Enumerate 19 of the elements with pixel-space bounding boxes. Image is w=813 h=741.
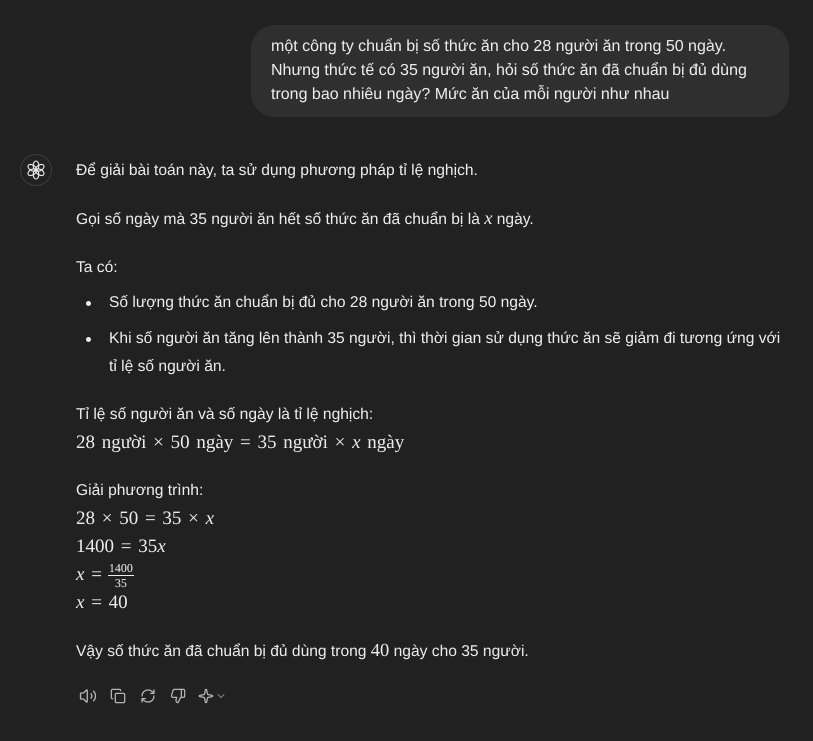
response-paragraph: Ta có: — [76, 258, 118, 278]
copy-icon — [110, 688, 126, 704]
response-paragraph: Giải phương trình: — [76, 481, 204, 501]
response-paragraph: Để giải bài toán này, ta sử dụng phương pháp tỉ lệ nghịch. — [76, 161, 478, 181]
response-paragraph: Tỉ lệ số người ăn và số ngày là tỉ lệ nghịch: — [76, 405, 374, 425]
math-equation: 28 người × 50 ngày = 35 người × x ngày — [76, 431, 404, 455]
speaker-icon — [79, 687, 97, 705]
response-paragraph: Vậy số thức ăn đã chuẩn bị đủ dùng trong 40 ngày cho 35 người. — [76, 640, 529, 663]
sparkle-icon — [198, 688, 214, 704]
math-equation: 28 × 50 = 35 × x — [76, 507, 214, 531]
flower-logo-icon — [20, 154, 52, 186]
math-equation: 1400 = 35x — [76, 535, 166, 559]
response-paragraph: Gọi số ngày mà 35 người ăn hết số thức ăn đã chuẩn bị là x ngày. — [76, 208, 534, 231]
user-message: một công ty chuẩn bị số thức ăn cho 28 người ăn trong 50 ngày. Nhưng thức tế có 35 người ăn, hỏi số thức ăn đã chuẩn bị đủ dùng trong bao nhiêu ngày? Mức ăn của mỗi người như nhau — [251, 25, 789, 117]
bullet-text: Khi số người ăn tăng lên thành 35 người, thì thời gian sử dụng thức ăn sẽ giảm đi tương ứng với tỉ lệ số người ăn. — [109, 329, 782, 377]
thumbs-down-icon — [170, 688, 186, 704]
math-equation: x = 40 — [76, 591, 128, 615]
refresh-icon — [140, 688, 156, 704]
bullet-text: Số lượng thức ăn chuẩn bị đủ cho 28 người ăn trong 50 ngày. — [109, 293, 538, 313]
